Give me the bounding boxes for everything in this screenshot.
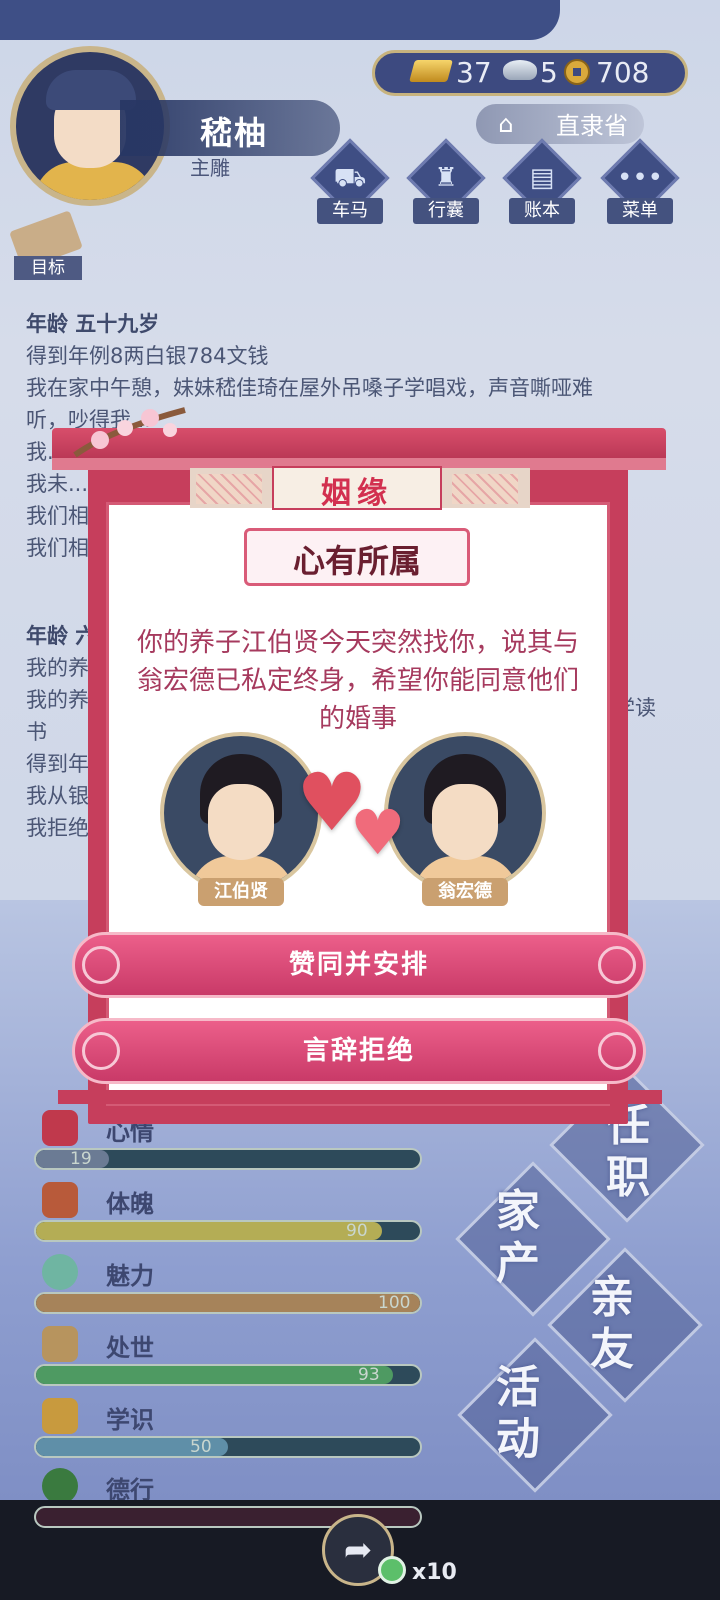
dialog-base xyxy=(58,1090,662,1104)
title-pattern-left xyxy=(196,474,262,504)
cloud-swirl-icon xyxy=(82,946,120,984)
small-heart-icon: ♥ xyxy=(350,796,406,869)
name-tag-right: 翁宏德 xyxy=(422,878,508,906)
plum-blossom-icon xyxy=(73,407,186,458)
cloud-swirl-icon xyxy=(598,1032,636,1070)
cloud-swirl-icon xyxy=(82,1032,120,1070)
accept-button[interactable]: 赞同并安排 xyxy=(72,932,646,998)
reject-button[interactable]: 言辞拒绝 xyxy=(72,1018,646,1084)
portrait-right xyxy=(384,732,546,894)
name-tag-left: 江伯贤 xyxy=(198,878,284,906)
dialog-message: 你的养子江伯贤今天突然找你，说其与翁宏德已私定终身，希望你能同意他们的婚事 xyxy=(136,628,579,734)
dialog-subtitle: 心有所属 xyxy=(292,542,421,580)
dialog-title: 姻缘 xyxy=(321,476,393,511)
cloud-swirl-icon xyxy=(598,946,636,984)
title-pattern-right xyxy=(452,474,518,504)
